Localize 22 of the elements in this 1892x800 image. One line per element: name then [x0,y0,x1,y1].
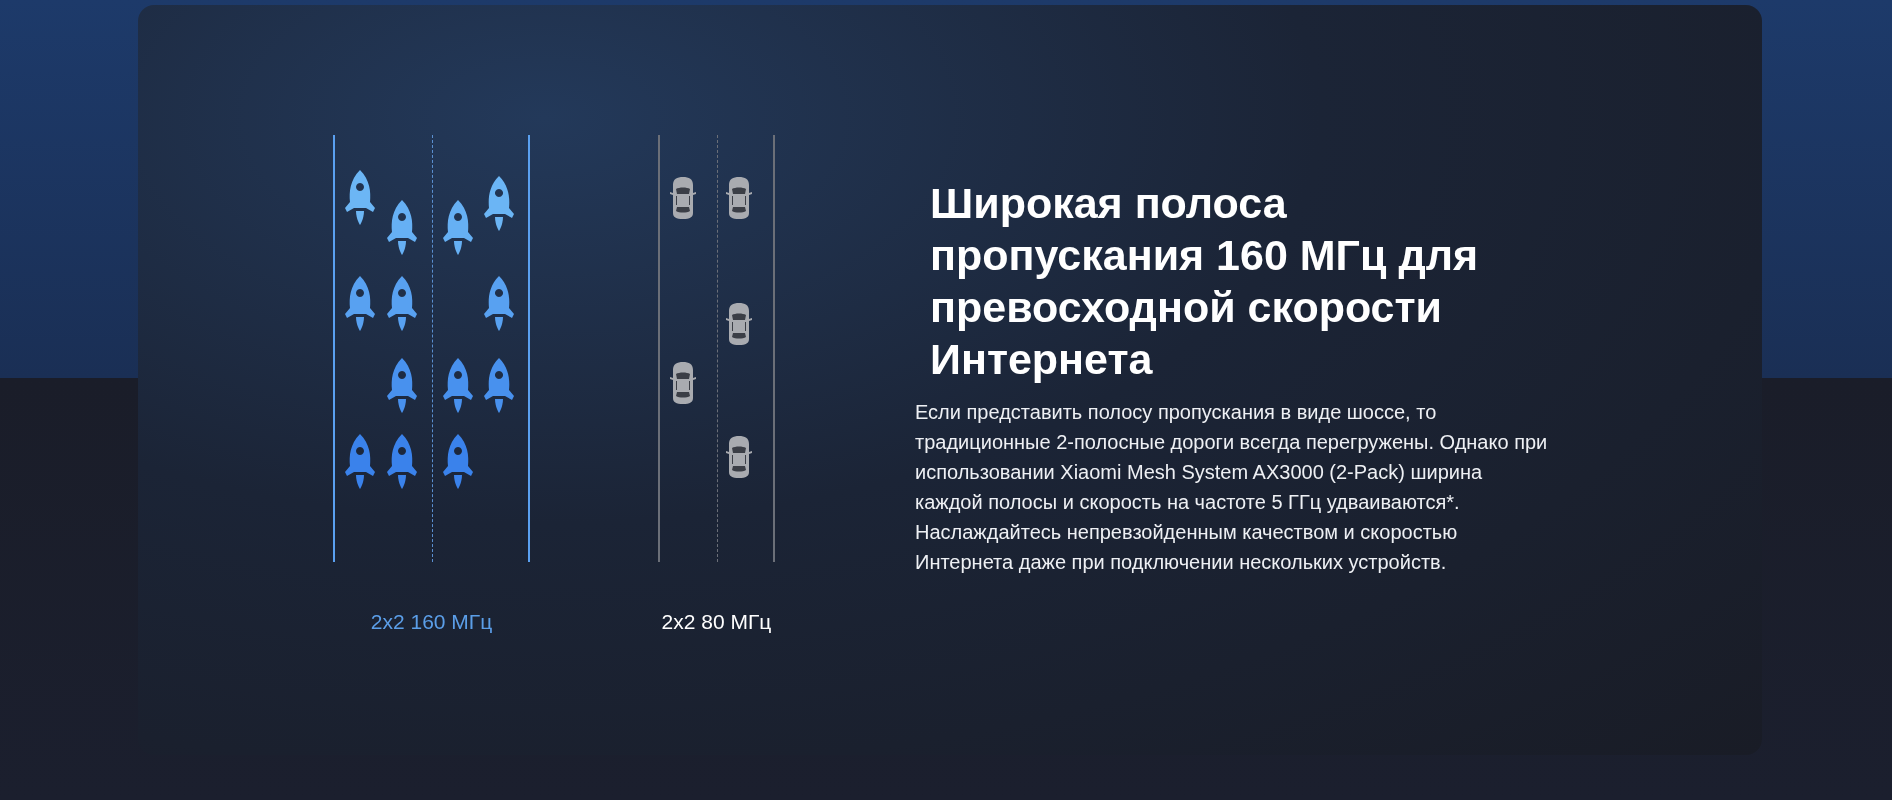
car-icon [725,303,753,345]
rocket-icon [443,434,473,489]
car-icon [725,436,753,478]
rocket-icon [443,200,473,255]
rocket-icon [387,434,417,489]
bandwidth-label: 2x2 160 МГц [370,609,493,635]
heading: Широкая полоса пропускания 160 МГц для превосходной скорости Интернета [930,178,1480,385]
car-icon [725,177,753,219]
rocket-icon [484,176,514,231]
rocket-icon [387,276,417,331]
bandwidth-label: 2x2 80 МГц [661,609,772,635]
rocket-icon [484,276,514,331]
rocket-icon [345,434,375,489]
description: Если представить полосу пропускания в виде шоссе, то традиционные 2-полосные дороги всегда перегружены. Однако при использовании Xiaomi Mesh System AX3000 (2-Pack) ширина каждой полосы и скорость на частоте 5 ГГц удваиваются*. Наслаждайтесь непревзойденным качеством и скоростью Интернета даже при подключении нескольких устройств. [915,400,1549,575]
rocket-icon [443,358,473,413]
rocket-icon [345,170,375,225]
rocket-icon [345,276,375,331]
rocket-icon [387,200,417,255]
car-icon [669,177,697,219]
car-icon [669,362,697,404]
rocket-icon [484,358,514,413]
rocket-icon [387,358,417,413]
